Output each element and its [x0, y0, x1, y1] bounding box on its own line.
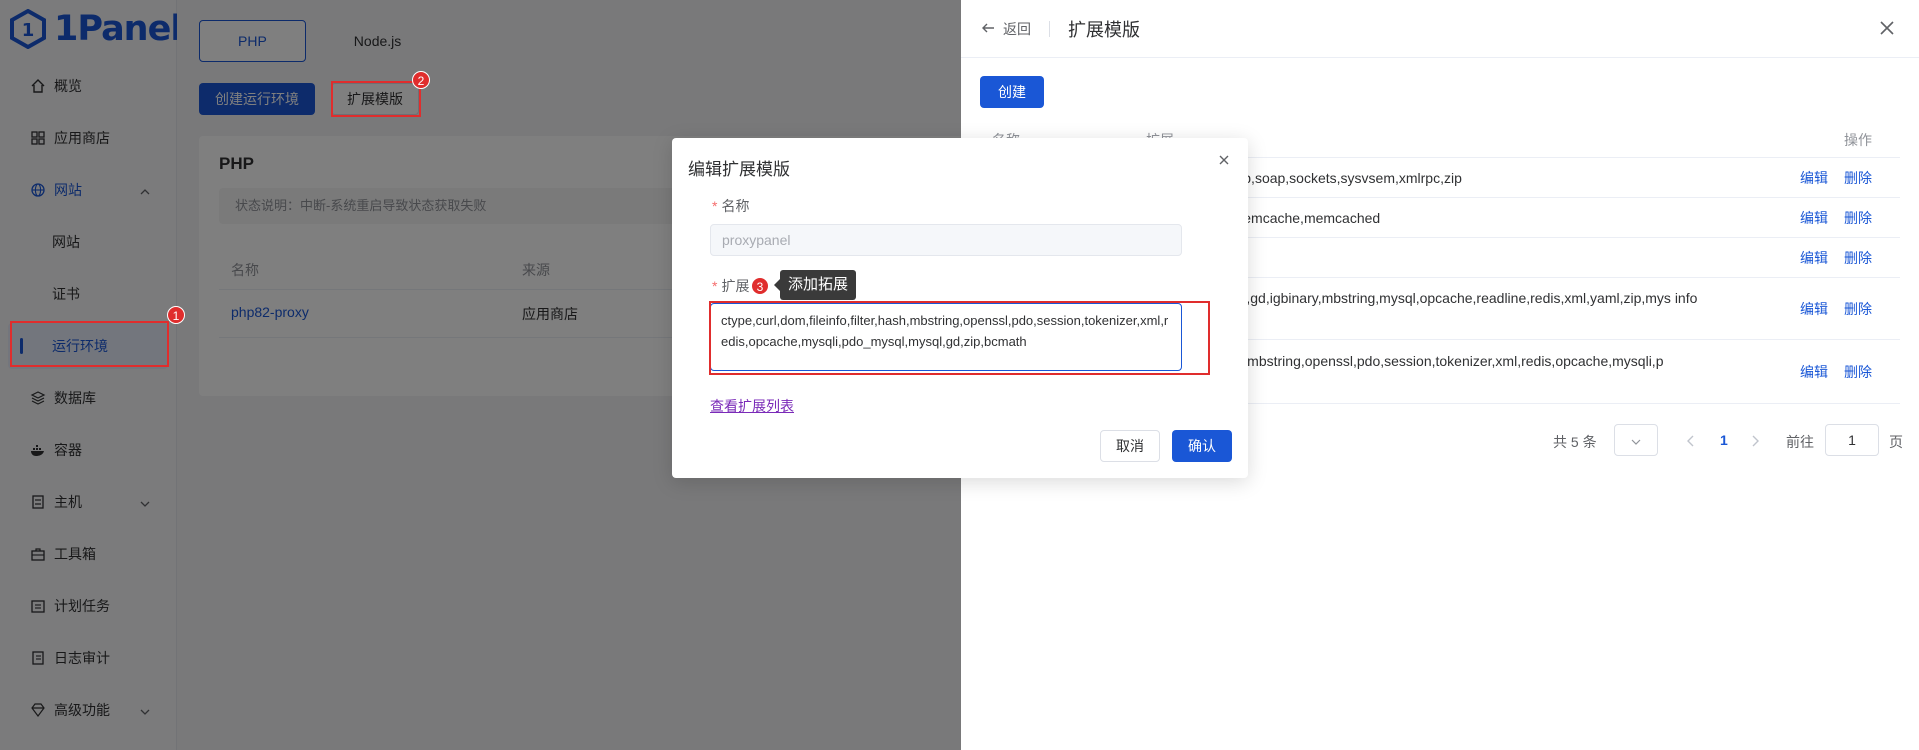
- arrow-left-icon: [981, 21, 995, 38]
- close-icon[interactable]: [1877, 18, 1897, 38]
- edit-button[interactable]: 编辑: [1800, 299, 1828, 319]
- confirm-button[interactable]: 确认: [1172, 430, 1232, 462]
- delete-button[interactable]: 删除: [1844, 168, 1872, 188]
- highlight-box-extensions: [709, 301, 1210, 375]
- edit-button[interactable]: 编辑: [1800, 168, 1828, 188]
- highlight-box-template: [331, 81, 421, 117]
- row-ops: 编辑 删除: [1800, 299, 1872, 319]
- goto-label: 前往: [1786, 434, 1814, 450]
- required-mark: *: [712, 278, 718, 294]
- name-label: * 名称: [712, 196, 749, 216]
- name-label-text: 名称: [721, 198, 750, 214]
- divider: [1049, 21, 1050, 37]
- edit-button[interactable]: 编辑: [1800, 208, 1828, 228]
- drawer-header: 返回 扩展模版: [961, 0, 1919, 58]
- page-suffix: 页: [1889, 434, 1903, 450]
- name-input[interactable]: proxypanel: [710, 224, 1182, 256]
- goto-page-input[interactable]: 1: [1825, 424, 1879, 456]
- delete-button[interactable]: 删除: [1844, 362, 1872, 382]
- row-ops: 编辑 删除: [1800, 208, 1872, 228]
- row-ops: 编辑 删除: [1800, 248, 1872, 268]
- ext-label: * 扩展: [712, 276, 749, 296]
- next-page-icon[interactable]: [1750, 434, 1760, 450]
- step-badge: 2: [412, 71, 430, 89]
- delete-button[interactable]: 删除: [1844, 299, 1872, 319]
- chevron-down-icon: [1631, 434, 1641, 450]
- create-template-button[interactable]: 创建: [980, 76, 1044, 108]
- step-badge: 3: [751, 277, 769, 295]
- close-icon[interactable]: [1216, 152, 1232, 168]
- drawer-title: 扩展模版: [1068, 20, 1140, 40]
- edit-button[interactable]: 编辑: [1800, 362, 1828, 382]
- edit-button[interactable]: 编辑: [1800, 248, 1828, 268]
- dialog-title: 编辑扩展模版: [688, 160, 790, 179]
- prev-page-icon[interactable]: [1686, 434, 1696, 450]
- ext-label-text: 扩展: [721, 278, 750, 294]
- delete-button[interactable]: 删除: [1844, 208, 1872, 228]
- step-badge: 1: [167, 306, 185, 324]
- page-size-select[interactable]: [1614, 424, 1658, 456]
- row-ops: 编辑 删除: [1800, 362, 1872, 382]
- back-label: 返回: [1003, 21, 1031, 37]
- delete-button[interactable]: 删除: [1844, 248, 1872, 268]
- view-extension-list-link[interactable]: 查看扩展列表: [710, 396, 794, 416]
- pager-total: 共 5 条: [1553, 434, 1597, 450]
- cancel-button[interactable]: 取消: [1100, 430, 1160, 462]
- required-mark: *: [712, 198, 718, 214]
- back-button[interactable]: 返回: [981, 19, 1031, 39]
- add-extension-tooltip: 添加拓展: [773, 270, 857, 300]
- row-ops: 编辑 删除: [1800, 168, 1872, 188]
- pager-current[interactable]: 1: [1720, 432, 1728, 448]
- highlight-box-runtime: [10, 321, 169, 367]
- column-ops: 操作: [1844, 132, 1872, 148]
